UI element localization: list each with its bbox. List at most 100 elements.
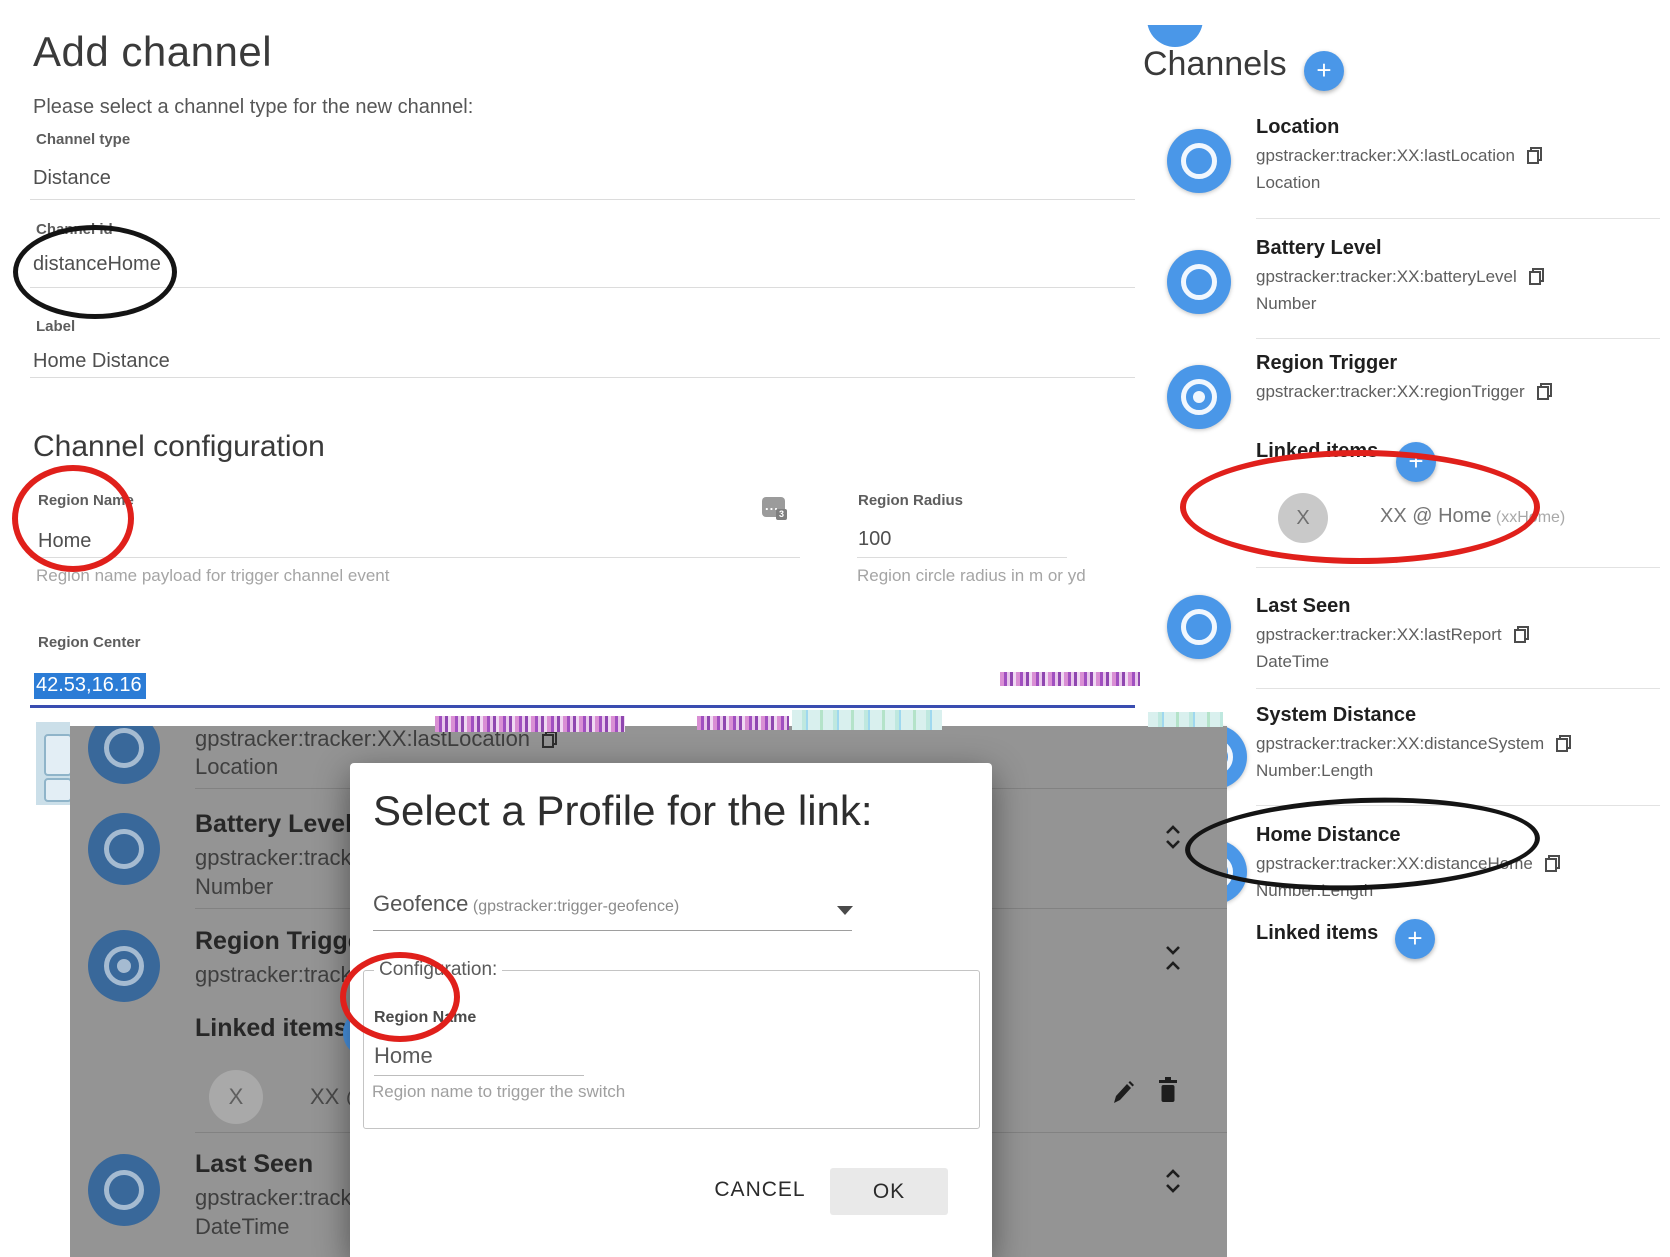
region-center-label: Region Center [38,634,141,651]
label-field-label: Label [36,318,75,335]
copy-icon[interactable] [1529,268,1544,285]
channel-name: Location [1256,112,1670,142]
region-name-underline [30,557,800,558]
ring-icon [1181,379,1217,415]
dialog-region-name-label: Region Name [374,1009,476,1027]
add-linked-item-button[interactable]: + [1396,442,1436,482]
unfold-less-icon [1161,943,1185,973]
channel-id: gpstracker:tracker:XX:lastReport [1256,621,1502,648]
bg-channel-name: Last Seen [195,1146,313,1182]
channel-row-location[interactable]: Location gpstracker:tracker:XX:lastLocat… [1256,112,1670,196]
channel-row-region-trigger[interactable]: Region Trigger gpstracker:tracker:XX:reg… [1256,348,1670,405]
channel-id-field[interactable]: distanceHome [33,253,161,276]
chevron-down-icon[interactable] [837,906,853,915]
bg-channel-state-icon [88,813,160,885]
channel-id: gpstracker:tracker:XX:lastLocation [1256,142,1515,169]
row-divider [1256,567,1660,568]
map-control-button [44,778,70,802]
bg-channel-trigger-icon [88,930,160,1002]
edit-pencil-icon [1111,1078,1135,1106]
ring-icon [104,829,144,869]
bg-channel-state-icon [88,726,160,784]
channel-id-underline [30,287,1135,288]
channel-name: Battery Level [1256,233,1670,263]
region-name-field[interactable]: Home [38,530,91,553]
linked-item-avatar[interactable]: X [1278,493,1328,543]
channel-state-icon [1167,595,1231,659]
channel-type-underline [30,199,1135,200]
channel-id: gpstracker:tracker:XX:regionTrigger [1256,378,1525,405]
region-center-field[interactable]: 42.53,16.16 [34,673,146,699]
row-divider [1256,338,1660,339]
plus-icon: + [1408,446,1423,476]
channel-type: Number [1256,290,1670,317]
dialog-region-name-field[interactable]: Home [374,1043,433,1069]
map-control-button [44,734,70,776]
region-center-selected-value: 42.53,16.16 [34,673,146,699]
channel-type: Location [1256,169,1670,196]
ring-icon [1181,143,1217,179]
copy-icon[interactable] [1527,147,1542,164]
channel-row-battery[interactable]: Battery Level gpstracker:tracker:XX:batt… [1256,233,1670,317]
ring-icon [1181,264,1217,300]
region-name-label: Region Name [38,492,134,509]
channel-id: gpstracker:tracker:XX:batteryLevel [1256,263,1517,290]
copy-icon[interactable] [1556,735,1571,752]
profile-dialog: Select a Profile for the link: Geofence … [350,763,992,1257]
configuration-fieldset: Configuration: Region Name Home Region n… [363,959,980,1129]
profile-select-underline [373,930,852,931]
add-linked-item-button[interactable]: + [1395,919,1435,959]
plus-icon: + [1316,55,1331,85]
bg-channel-state-icon [88,1154,160,1226]
bg-channel-name: Region Trigger [195,923,371,959]
ok-button[interactable]: OK [830,1168,948,1215]
region-name-helper: Region name payload for trigger channel … [36,566,389,586]
bg-linked-items-heading: Linked items [195,1014,348,1043]
ring-icon [1181,609,1217,645]
copy-icon[interactable] [1514,626,1529,643]
autofill-bubble-icon[interactable]: ... 3 [762,497,785,517]
channel-id: gpstracker:tracker:XX:distanceSystem [1256,730,1544,757]
bg-channel-type: DateTime [195,1214,290,1240]
channel-name: Home Distance [1256,820,1670,850]
cancel-button[interactable]: CANCEL [705,1170,815,1210]
map-fragment [36,722,70,805]
add-channel-button[interactable]: + [1304,51,1344,91]
channel-type: DateTime [1256,648,1670,675]
copy-icon[interactable] [1537,383,1552,400]
plus-icon: + [1407,923,1422,953]
profile-select[interactable]: Geofence (gpstracker:trigger-geofence) [373,891,852,917]
page-subtitle: Please select a channel type for the new… [33,96,473,119]
channel-trigger-icon [1167,365,1231,429]
region-radius-field[interactable]: 100 [858,528,891,551]
channel-row-last-seen[interactable]: Last Seen gpstracker:tracker:XX:lastRepo… [1256,591,1670,675]
linked-item[interactable]: XX @ Home (xxHome) [1380,505,1565,528]
profile-select-value: Geofence [373,891,468,916]
dot-icon [117,959,131,973]
region-radius-label: Region Radius [858,492,963,509]
bg-channel-name: Battery Level [195,806,352,842]
bg-channel-type: Location [195,754,278,780]
avatar-letter: X [1296,507,1309,530]
unfold-more-icon [1161,1166,1185,1196]
channel-type-field[interactable]: Distance [33,167,111,190]
scrolled-fab-circle [1147,25,1203,47]
redaction-scribble [697,716,789,730]
channel-name: Last Seen [1256,591,1670,621]
dialog-region-name-helper: Region name to trigger the switch [372,1082,625,1102]
row-divider [1256,805,1660,806]
linked-item-suffix: (xxHome) [1496,509,1565,526]
page-title: Add channel [33,28,272,76]
annotation-ellipse-region-name [12,465,134,572]
channel-name: System Distance [1256,700,1670,730]
linked-items-heading: Linked items [1256,440,1378,463]
copy-icon[interactable] [1545,855,1560,872]
linked-item-label: XX @ Home [1380,505,1491,527]
label-field[interactable]: Home Distance [33,350,170,373]
channel-row-system-distance[interactable]: System Distance gpstracker:tracker:XX:di… [1256,700,1670,784]
channel-row-home-distance[interactable]: Home Distance gpstracker:tracker:XX:dist… [1256,820,1670,904]
row-divider [1256,688,1660,689]
label-underline [30,377,1135,378]
channel-id: gpstracker:tracker:XX:distanceHome [1256,850,1533,877]
ring-icon [104,1170,144,1210]
